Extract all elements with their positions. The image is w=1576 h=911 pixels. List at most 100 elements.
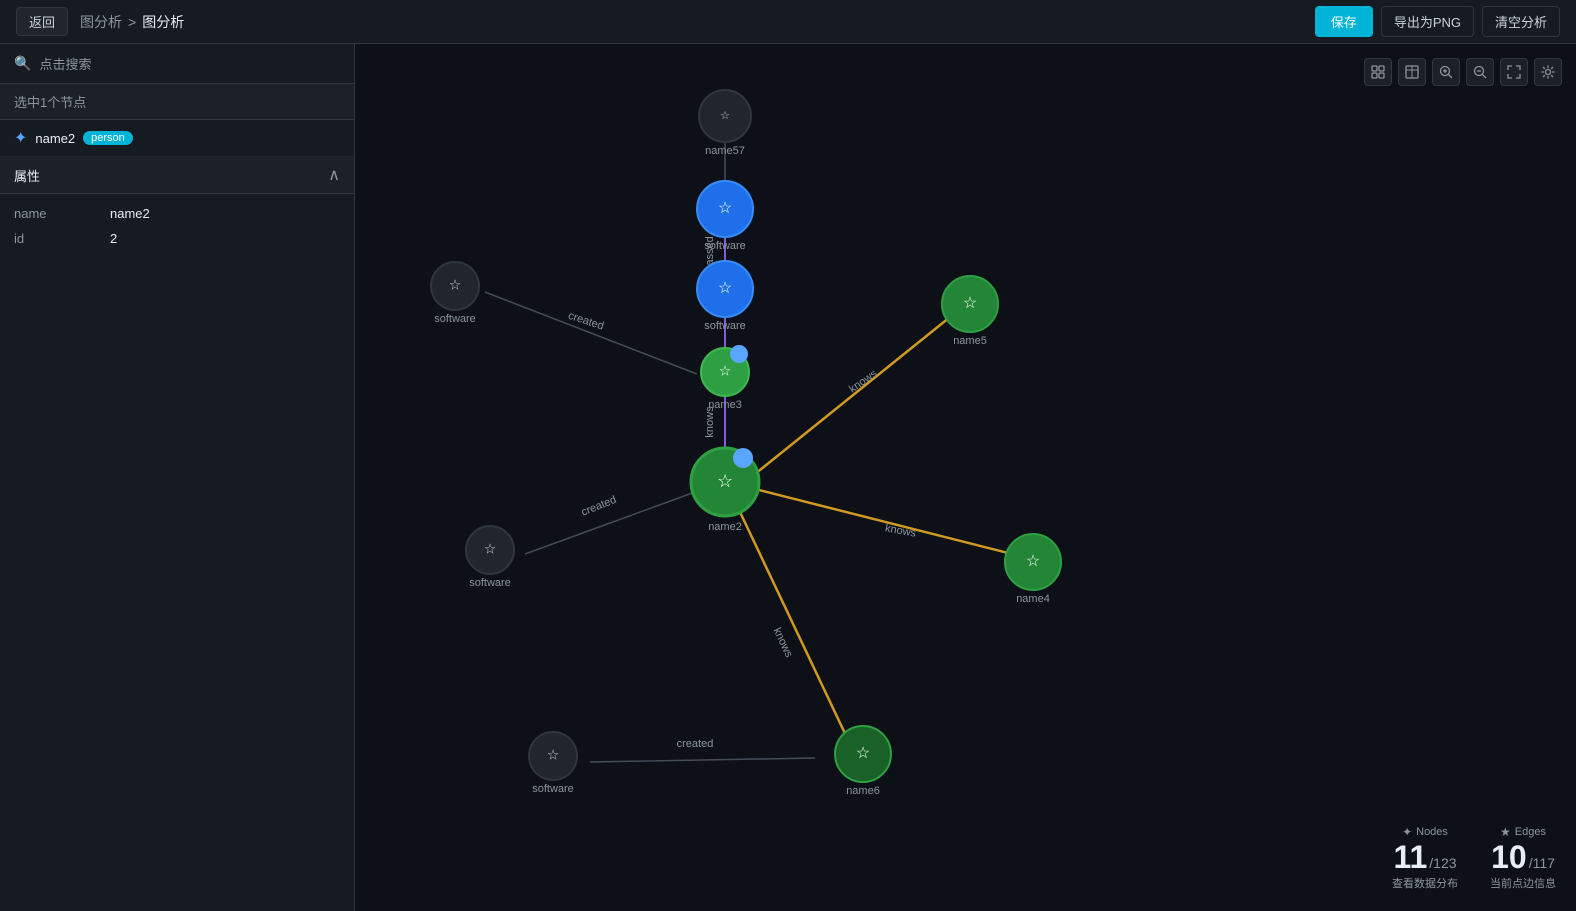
node-software-top[interactable]: ☆ software [697,181,753,252]
main-layout: 🔍 点击搜索 选中1个节点 ✦ name2 person 属性 ∧ name n… [0,44,1576,911]
node-name4[interactable]: ☆ name4 [1005,534,1061,605]
svg-text:name57: name57 [705,145,745,157]
svg-text:7: 7 [740,453,746,464]
node-name5[interactable]: ☆ name5 [942,276,998,347]
attr-row-name: name name2 [14,206,340,221]
svg-text:☆: ☆ [963,295,977,312]
header-right: 保存 导出为PNG 清空分析 [1315,6,1560,37]
svg-text:software: software [434,313,476,325]
svg-text:☆: ☆ [719,363,732,379]
attr-key-name: name [14,206,94,221]
edges-stat[interactable]: ★ Edges 10 /117 当前点边信息 [1490,825,1556,891]
svg-text:software: software [704,240,746,252]
node-name3[interactable]: ☆ 5 name3 [701,345,749,411]
header-left: 返回 图分析 > 图分析 [16,7,184,36]
attributes-table: name name2 id 2 [0,194,354,268]
nodes-count: 11 [1393,841,1427,873]
clear-button[interactable]: 清空分析 [1482,6,1560,37]
edges-sub-label[interactable]: 当前点边信息 [1490,875,1556,891]
svg-text:software: software [704,320,746,332]
breadcrumb-separator: > [128,14,136,30]
nodes-label: Nodes [1416,826,1448,838]
save-button[interactable]: 保存 [1315,6,1373,37]
export-button[interactable]: 导出为PNG [1381,6,1474,37]
edges-total: /117 [1529,855,1555,871]
edges-label: Edges [1515,826,1546,838]
stats-panel: ✦ Nodes 11 /123 查看数据分布 ★ Edges 10 /117 [1392,825,1556,891]
graph-area[interactable]: passed knows knows knows knows created c… [355,44,1576,911]
attr-row-id: id 2 [14,231,340,246]
attributes-title: 属性 [14,166,40,185]
attr-key-id: id [14,231,94,246]
edges-icon: ★ [1500,825,1511,839]
node-software-left3[interactable]: ☆ software [529,732,577,795]
svg-text:☆: ☆ [718,280,732,297]
svg-text:software: software [469,577,511,589]
sidebar: 🔍 点击搜索 选中1个节点 ✦ name2 person 属性 ∧ name n… [0,44,355,911]
edge-left3-name6 [590,758,815,762]
svg-text:name2: name2 [708,521,742,533]
edge-left1-name3 [485,292,697,374]
search-placeholder: 点击搜索 [39,54,91,73]
node-type-badge: person [83,131,133,145]
search-bar[interactable]: 🔍 点击搜索 [0,44,354,84]
table-icon[interactable] [1398,58,1426,86]
svg-text:☆: ☆ [718,200,732,217]
breadcrumb-current: 图分析 [142,12,184,32]
zoom-in-icon[interactable] [1432,58,1460,86]
svg-text:☆: ☆ [717,471,733,491]
node-software-mid[interactable]: ☆ software [697,261,753,332]
back-button[interactable]: 返回 [16,7,68,36]
node-name6[interactable]: ☆ name6 [835,726,891,797]
header: 返回 图分析 > 图分析 保存 导出为PNG 清空分析 [0,0,1576,44]
node-software-left2[interactable]: ☆ software [466,526,514,589]
node-name57[interactable]: ☆ name57 [699,90,751,157]
nodes-sub-label[interactable]: 查看数据分布 [1392,875,1458,891]
fullscreen-icon[interactable] [1500,58,1528,86]
edges-count-row: 10 /117 [1491,841,1555,873]
attributes-header: 属性 ∧ [0,157,354,194]
selected-section-label: 选中1个节点 [0,84,354,120]
node-dot-icon: ✦ [14,128,27,148]
svg-text:☆: ☆ [484,541,497,557]
svg-text:name6: name6 [846,785,880,797]
edges-stat-header: ★ Edges [1500,825,1546,839]
attr-val-id: 2 [110,231,117,246]
svg-text:☆: ☆ [449,277,462,293]
edge-label-created-1: created [567,310,606,333]
svg-text:☆: ☆ [1026,553,1040,570]
nodes-icon: ✦ [1402,825,1412,839]
settings-icon[interactable] [1534,58,1562,86]
svg-text:5: 5 [736,349,742,360]
node-software-left1[interactable]: ☆ software [431,262,479,325]
svg-text:name3: name3 [708,399,742,411]
attr-val-name: name2 [110,206,150,221]
edge-label-knows-3: knows [884,522,917,539]
edge-label-knows-2: knows [847,367,880,395]
svg-text:☆: ☆ [547,747,560,763]
layout-icon[interactable] [1364,58,1392,86]
edge-name2-name6 [740,512,850,744]
nodes-stat[interactable]: ✦ Nodes 11 /123 查看数据分布 [1392,825,1458,891]
node-name2[interactable]: ☆ 7 name2 [691,448,759,533]
graph-svg: passed knows knows knows knows created c… [355,44,1576,911]
node-item[interactable]: ✦ name2 person [0,120,354,157]
graph-toolbar [1364,58,1562,86]
edge-label-knows-4: knows [771,626,795,660]
edge-label-created-3: created [677,738,714,750]
nodes-stat-header: ✦ Nodes [1402,825,1448,839]
svg-text:☆: ☆ [720,110,730,122]
svg-text:☆: ☆ [856,745,870,762]
edge-label-created-2: created [580,494,619,519]
breadcrumb-parent: 图分析 [80,12,122,32]
svg-text:name4: name4 [1016,593,1050,605]
attributes-toggle-icon[interactable]: ∧ [328,165,340,185]
zoom-out-icon[interactable] [1466,58,1494,86]
search-icon: 🔍 [14,55,31,72]
svg-text:name5: name5 [953,335,987,347]
nodes-total: /123 [1429,855,1456,871]
breadcrumb: 图分析 > 图分析 [80,12,184,32]
node-name-label: name2 [35,131,75,146]
edges-count: 10 [1491,841,1527,873]
svg-text:software: software [532,783,574,795]
